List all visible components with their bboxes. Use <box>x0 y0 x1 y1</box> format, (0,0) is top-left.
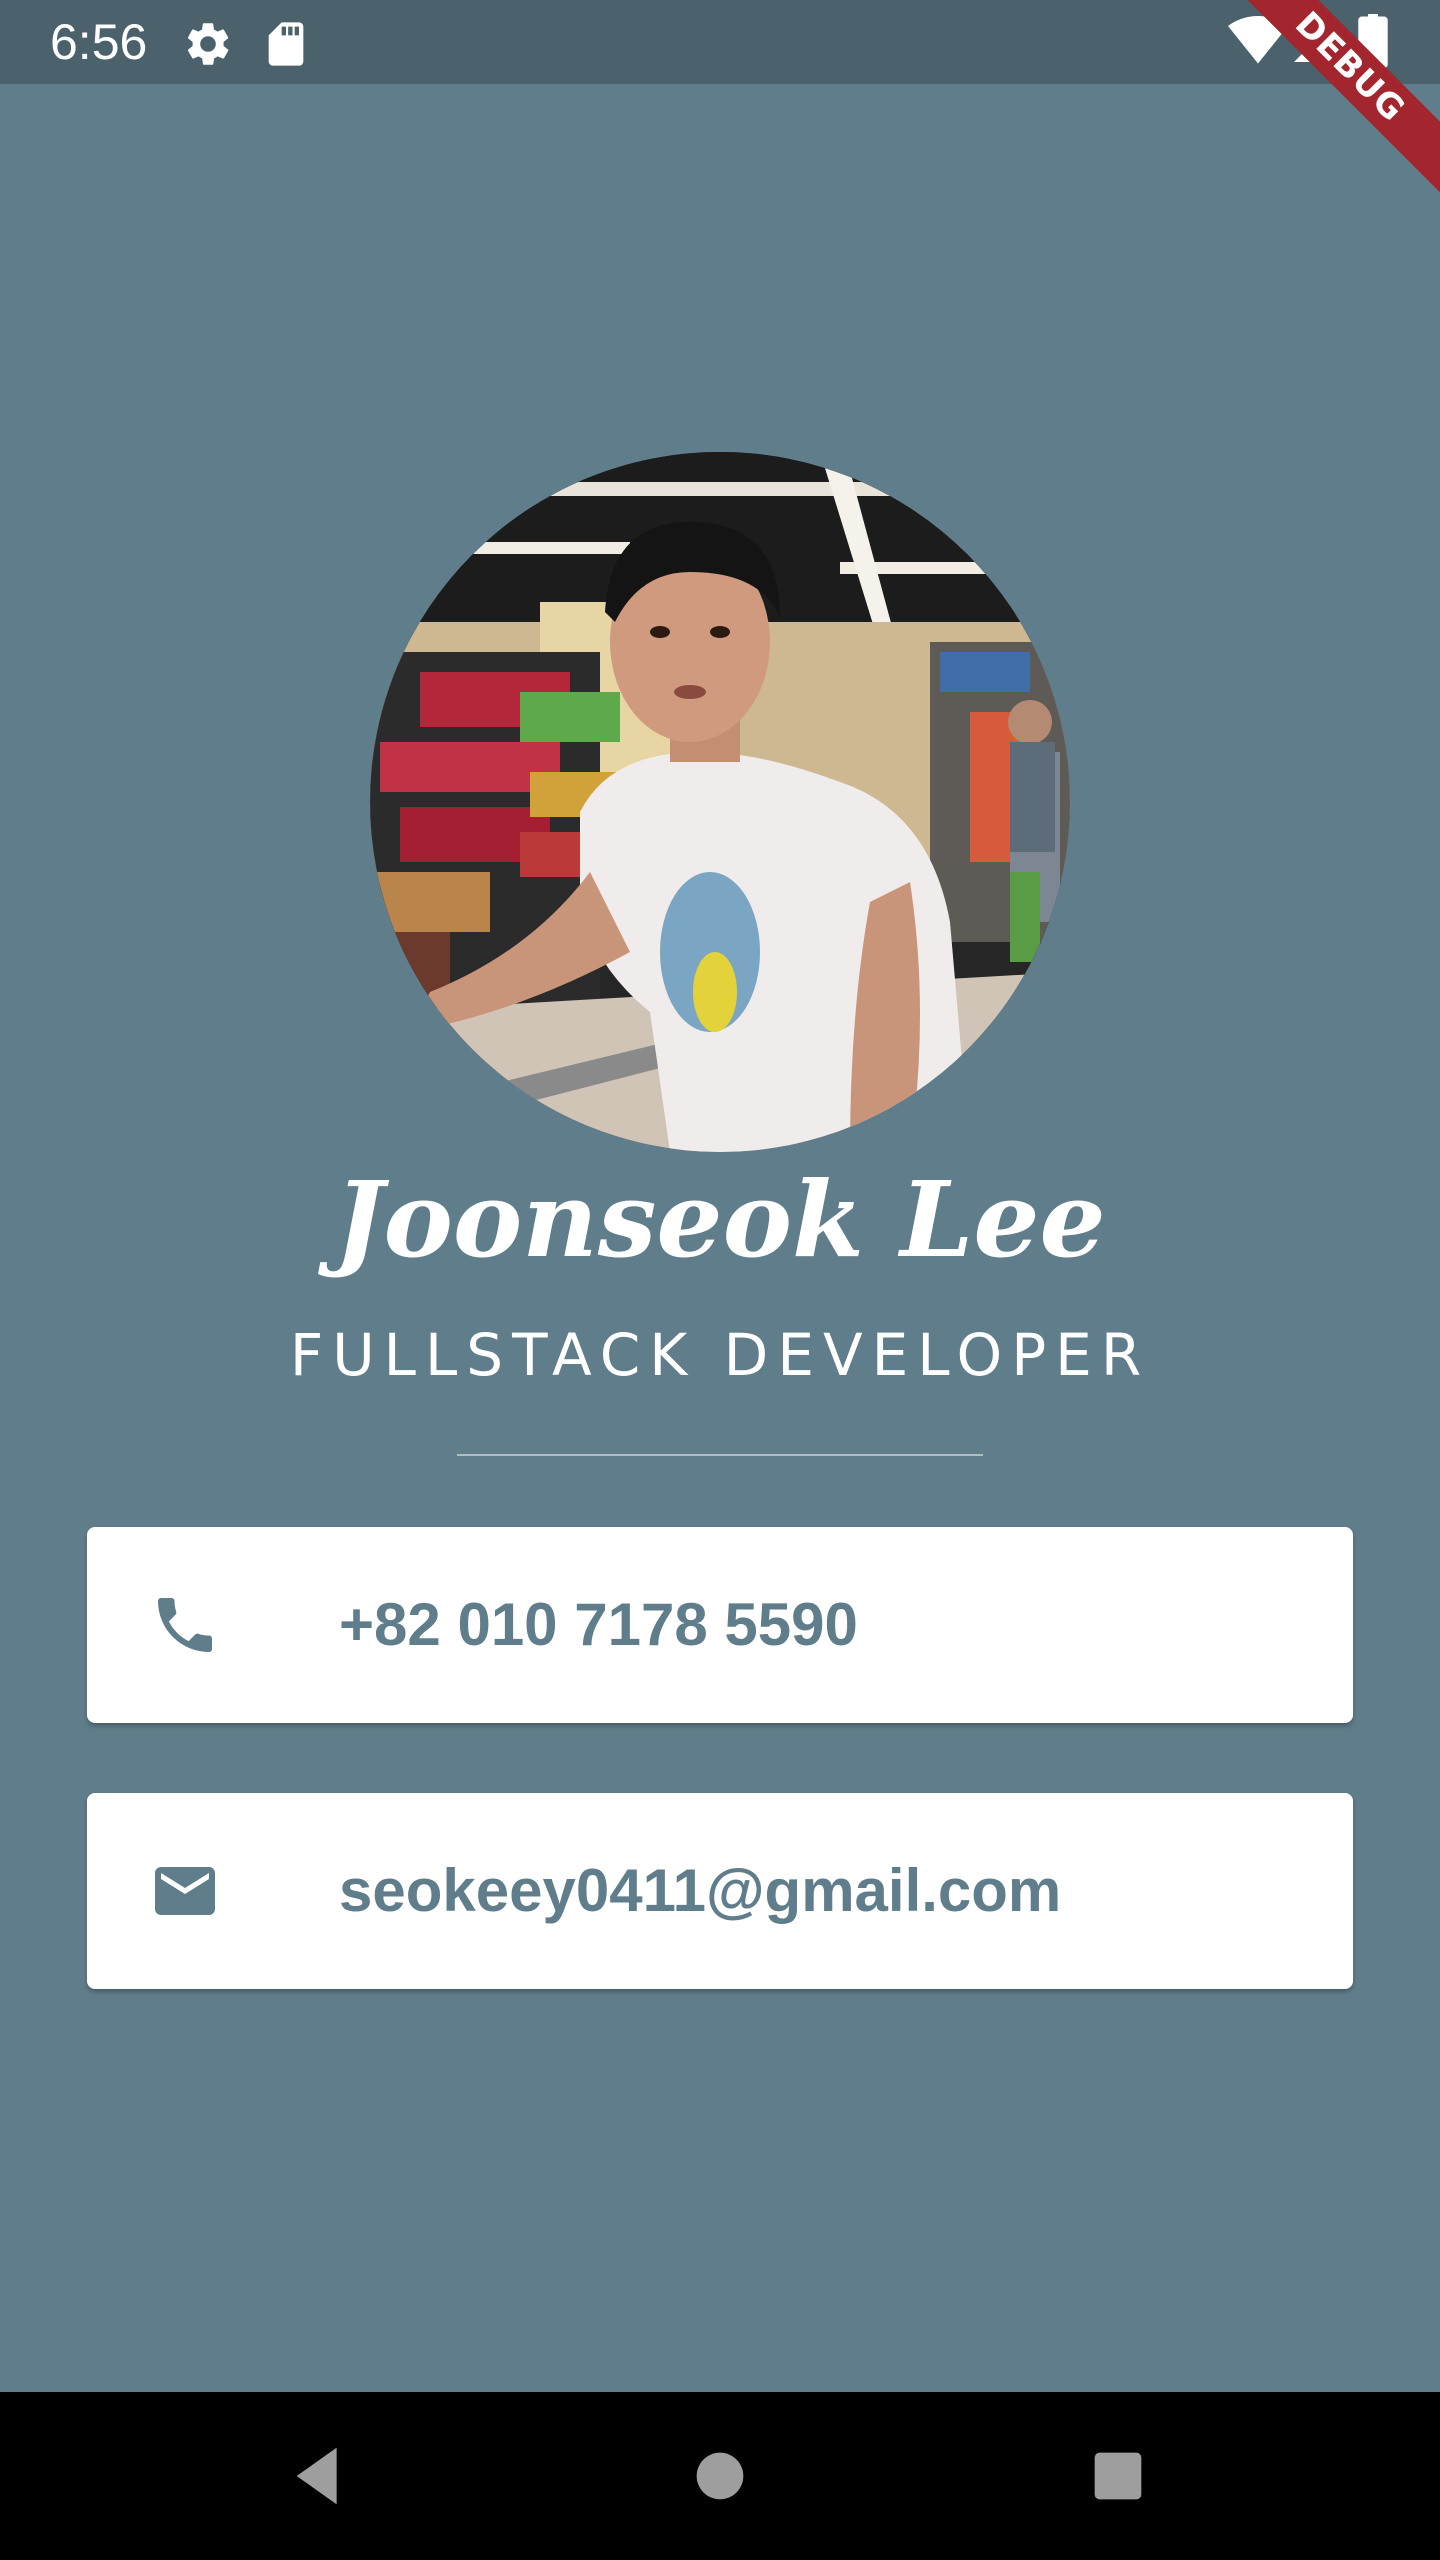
phone-number: +82 010 7178 5590 <box>339 1591 858 1658</box>
divider <box>457 1454 983 1456</box>
profile-title: FULLSTACK DEVELOPER <box>289 1321 1151 1389</box>
email-card[interactable]: seokeey0411@gmail.com <box>87 1793 1353 1989</box>
recents-icon[interactable] <box>1078 2436 1158 2521</box>
status-bar: 6:56 <box>0 0 1440 84</box>
settings-icon <box>182 18 234 75</box>
email-address: seokeey0411@gmail.com <box>339 1857 1062 1924</box>
profile-avatar <box>370 452 1070 1152</box>
home-icon[interactable] <box>680 2436 760 2521</box>
email-icon <box>149 1855 221 1927</box>
navigation-bar <box>0 2392 1440 2560</box>
phone-card[interactable]: +82 010 7178 5590 <box>87 1527 1353 1723</box>
phone-icon <box>149 1589 221 1661</box>
sd-card-icon <box>264 18 308 75</box>
profile-name: Joonseok Lee <box>334 1158 1106 1281</box>
status-time: 6:56 <box>50 14 148 70</box>
back-icon[interactable] <box>280 2436 360 2521</box>
